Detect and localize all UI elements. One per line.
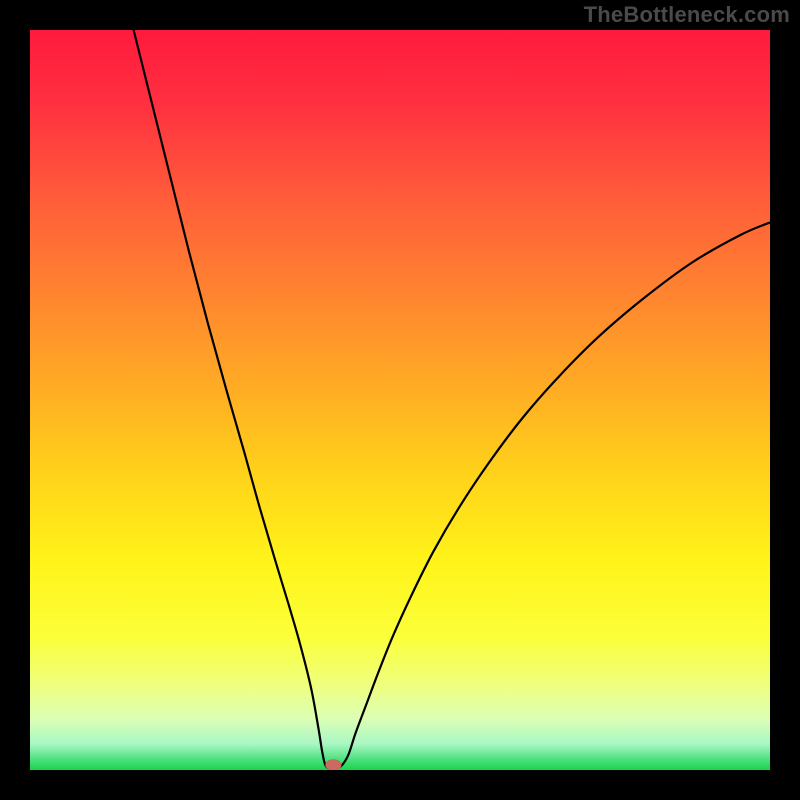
gradient-background	[30, 30, 770, 770]
optimal-point-marker	[325, 760, 341, 771]
chart-plot-area	[30, 30, 770, 770]
bottleneck-chart	[30, 30, 770, 770]
watermark-text: TheBottleneck.com	[584, 2, 790, 28]
